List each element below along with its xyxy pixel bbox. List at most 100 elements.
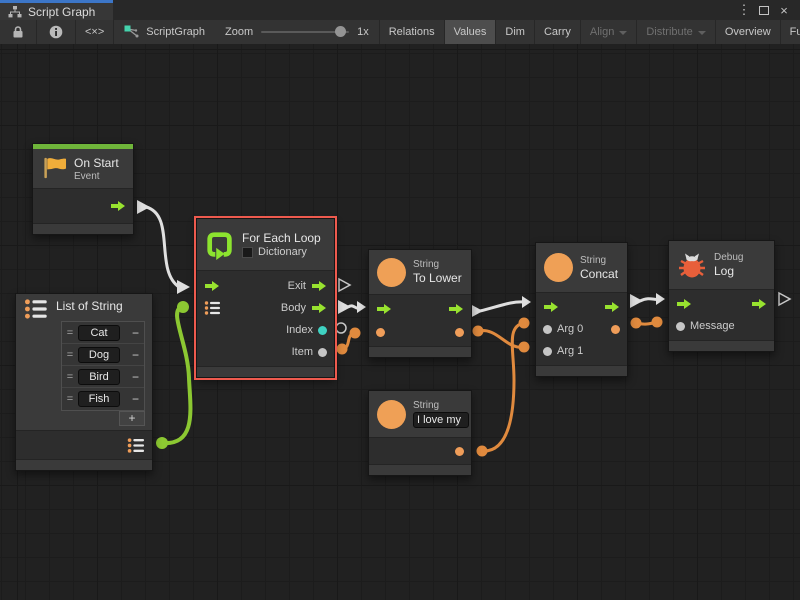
- lock-button[interactable]: [0, 20, 37, 44]
- zoom-control: Zoom 1x: [215, 20, 380, 44]
- maximize-icon[interactable]: [756, 2, 772, 18]
- values-button[interactable]: Values: [445, 20, 497, 44]
- node-title: Log: [714, 264, 743, 278]
- result-output-port[interactable]: [455, 328, 464, 337]
- wire-body-to-tolower[interactable]: [338, 300, 366, 314]
- message-input-port[interactable]: [676, 322, 685, 331]
- string-value-input[interactable]: [413, 412, 469, 428]
- string-type-icon: [544, 253, 573, 282]
- node-concat[interactable]: String Concat Arg 0 Arg 1: [535, 242, 628, 377]
- node-footer: [369, 465, 471, 475]
- distribute-dropdown[interactable]: Distribute: [637, 20, 715, 44]
- wire-concat-to-log[interactable]: [630, 293, 665, 308]
- node-footer: [33, 224, 133, 234]
- graph-canvas[interactable]: On Start Event List of: [0, 44, 800, 600]
- arg1-input-port[interactable]: [543, 347, 552, 356]
- dim-button[interactable]: Dim: [496, 20, 535, 44]
- string-type-icon: [377, 258, 406, 287]
- drag-handle[interactable]: =: [65, 371, 75, 383]
- graph-breadcrumb[interactable]: ScriptGraph: [114, 20, 215, 44]
- code-glyph: <×>: [85, 26, 104, 38]
- list-item-input[interactable]: [78, 347, 120, 363]
- zoom-label: Zoom: [225, 26, 253, 38]
- remove-item-button[interactable]: −: [132, 348, 141, 362]
- remove-item-button[interactable]: −: [132, 326, 141, 340]
- tab-script-graph[interactable]: Script Graph: [0, 0, 113, 20]
- zoom-slider-knob[interactable]: [335, 26, 346, 37]
- drag-handle[interactable]: =: [65, 327, 75, 339]
- flow-input-port[interactable]: [543, 301, 559, 313]
- drag-handle[interactable]: =: [65, 393, 75, 405]
- flow-output-port[interactable]: [751, 298, 767, 310]
- flow-input-port[interactable]: [204, 280, 220, 292]
- index-output-port[interactable]: [318, 326, 327, 335]
- graph-toolbar: <×> ScriptGraph Zoom 1x Relations Values…: [0, 20, 800, 44]
- exit-output-port[interactable]: [311, 280, 327, 292]
- info-icon: [49, 25, 63, 39]
- wire-item-to-tolower[interactable]: [337, 328, 361, 355]
- wire-onstart-to-foreach[interactable]: [137, 200, 190, 294]
- zoom-slider[interactable]: [261, 31, 349, 33]
- list-item-input[interactable]: [78, 369, 120, 385]
- carry-button[interactable]: Carry: [535, 20, 581, 44]
- drag-handle[interactable]: =: [65, 349, 75, 361]
- flow-output-port[interactable]: [604, 301, 620, 313]
- node-category: String: [413, 400, 463, 411]
- node-to-lower[interactable]: String To Lower: [368, 249, 472, 358]
- fullscreen-button[interactable]: Full Screen: [781, 20, 800, 44]
- tab-title: Script Graph: [28, 5, 95, 19]
- node-on-start[interactable]: On Start Event: [32, 143, 134, 235]
- wire-literal-to-arg0[interactable]: [477, 318, 530, 457]
- list-item-input[interactable]: [78, 325, 120, 341]
- wire-tolower-to-arg1[interactable]: [473, 326, 530, 353]
- lock-icon: [12, 25, 24, 39]
- wire-tolower-to-concat[interactable]: [470, 296, 531, 318]
- list-item-row: = −: [62, 388, 144, 410]
- string-type-icon: [377, 400, 406, 429]
- wire-list-to-foreach[interactable]: [156, 301, 190, 449]
- flow-input-port[interactable]: [376, 303, 392, 315]
- string-input-port[interactable]: [376, 328, 385, 337]
- value-output-port[interactable]: [455, 447, 464, 456]
- align-dropdown[interactable]: Align: [581, 20, 637, 44]
- node-list-of-string[interactable]: List of String = − = − =: [15, 293, 153, 471]
- trigger-output-port[interactable]: [110, 200, 126, 212]
- edit-source-button[interactable]: <×>: [76, 20, 114, 44]
- loop-icon: [205, 230, 235, 260]
- window-menu-icon[interactable]: ⋮: [736, 2, 752, 18]
- arg0-input-port[interactable]: [543, 325, 552, 334]
- index-unconnected-circle: [336, 323, 346, 333]
- index-port-label: Index: [286, 324, 313, 336]
- list-item-input[interactable]: [78, 391, 120, 407]
- list-input-port[interactable]: [204, 301, 221, 315]
- node-title: List of String: [56, 299, 123, 313]
- relations-button[interactable]: Relations: [380, 20, 445, 44]
- add-item-button[interactable]: +: [119, 411, 145, 426]
- flow-output-port[interactable]: [448, 303, 464, 315]
- log-exit-unconnected-triangle: [779, 293, 790, 305]
- flow-input-port[interactable]: [676, 298, 692, 310]
- list-output-port[interactable]: [127, 438, 145, 453]
- node-string-literal[interactable]: String: [368, 390, 472, 476]
- exit-unconnected-triangle: [339, 279, 350, 291]
- node-title: On Start: [74, 156, 119, 170]
- body-output-port[interactable]: [311, 302, 327, 314]
- arg0-port-label: Arg 0: [557, 323, 583, 335]
- remove-item-button[interactable]: −: [132, 370, 141, 384]
- item-output-port[interactable]: [318, 348, 327, 357]
- node-category: String: [580, 255, 618, 266]
- result-output-port[interactable]: [611, 325, 620, 334]
- arg1-port-label: Arg 1: [557, 345, 583, 357]
- window-controls: ⋮ ×: [736, 0, 800, 20]
- node-for-each-loop[interactable]: For Each Loop Dictionary Exit: [196, 218, 335, 378]
- list-editor: = − = − = − =: [61, 321, 145, 411]
- node-debug-log[interactable]: Debug Log Message: [668, 240, 775, 352]
- overview-button[interactable]: Overview: [716, 20, 781, 44]
- node-footer: [536, 366, 627, 376]
- inspector-button[interactable]: [37, 20, 76, 44]
- dictionary-checkbox[interactable]: [242, 247, 253, 258]
- remove-item-button[interactable]: −: [132, 392, 141, 406]
- node-category: String: [413, 259, 462, 270]
- close-icon[interactable]: ×: [776, 2, 792, 18]
- wire-concat-to-message[interactable]: [631, 317, 663, 329]
